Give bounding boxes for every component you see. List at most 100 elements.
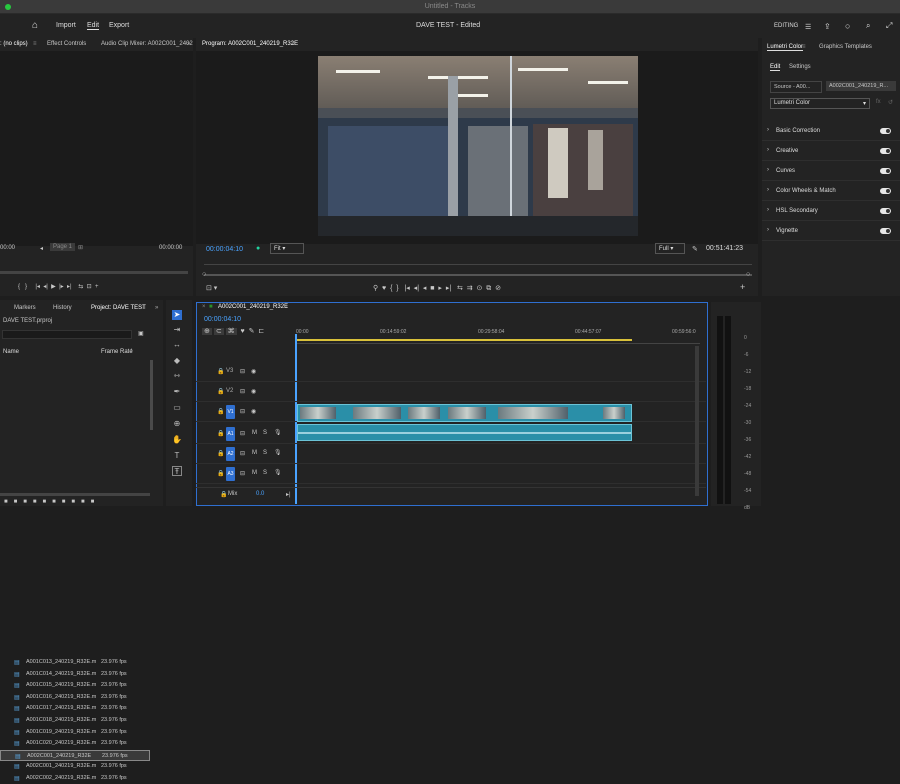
add-button-icon[interactable]: + bbox=[740, 282, 745, 292]
graphics-templates-tab[interactable]: Graphics Templates bbox=[819, 44, 872, 50]
workspace-label[interactable]: EDITING bbox=[774, 23, 798, 29]
progress-icon[interactable]: ○ bbox=[845, 21, 850, 31]
panel-menu-icon[interactable]: ≡ bbox=[33, 41, 37, 47]
source-clip-selector[interactable]: Source - A00... bbox=[770, 81, 822, 93]
program-ruler[interactable] bbox=[204, 259, 752, 265]
program-timecode[interactable]: 00:00:04:10 bbox=[206, 246, 243, 253]
eye-icon[interactable]: ◉ bbox=[251, 408, 256, 415]
program-transport-controls[interactable]: ⚲ ♥ { } |◂ ◂| ◂ ■ ▸ ▸| ⇆ ⇉ ⊙ ⧉ ⊘ bbox=[373, 284, 501, 293]
lock-icon[interactable]: 🔒 bbox=[217, 368, 224, 375]
source-tab[interactable]: : (no clips) bbox=[0, 41, 28, 47]
scrub-start-handle[interactable]: ○ bbox=[202, 271, 206, 278]
lumetri-section[interactable]: › Creative bbox=[762, 142, 900, 161]
section-toggle[interactable] bbox=[880, 148, 891, 154]
mix-end-icon[interactable]: ▸| bbox=[286, 491, 291, 498]
section-toggle[interactable] bbox=[880, 188, 891, 194]
chevron-right-icon[interactable]: › bbox=[767, 127, 769, 133]
lock-icon[interactable]: 🔒 bbox=[217, 408, 224, 415]
eye-icon[interactable]: ◉ bbox=[251, 368, 256, 375]
project-item[interactable]: ▤ A001C017_240219_R32E.m 23.976 fps bbox=[0, 703, 150, 714]
lock-icon[interactable]: 🔒 bbox=[217, 430, 224, 437]
mix-lock-icon[interactable]: 🔒 bbox=[220, 491, 227, 498]
track-label[interactable]: V2 bbox=[226, 388, 233, 394]
lumetri-section[interactable]: › Color Wheels & Match bbox=[762, 182, 900, 201]
panel-menu-icon[interactable]: ≡ bbox=[291, 41, 295, 47]
lumetri-section[interactable]: › Vignette bbox=[762, 222, 900, 241]
zoom-dropdown[interactable]: Fit ▾ bbox=[270, 243, 304, 254]
wrench-icon[interactable]: ✎ bbox=[692, 245, 698, 253]
project-tab[interactable]: Project: DAVE TEST bbox=[91, 305, 146, 311]
fx-icon[interactable]: fx bbox=[876, 99, 881, 105]
project-item[interactable]: ▤ A001C014_240219_R32E.m 23.976 fps bbox=[0, 669, 150, 680]
share-icon[interactable]: ⇪ bbox=[824, 22, 831, 31]
section-toggle[interactable] bbox=[880, 168, 891, 174]
reset-icon[interactable]: ↺ bbox=[888, 99, 893, 106]
project-footer-icons[interactable]: ■■■■■■■■■■ bbox=[4, 499, 100, 505]
section-toggle[interactable] bbox=[880, 208, 891, 214]
mute-icon[interactable]: M bbox=[252, 470, 257, 476]
lumetri-section[interactable]: › Curves bbox=[762, 162, 900, 181]
project-item[interactable]: ▤ A001C015_240219_R32E.m 23.976 fps bbox=[0, 680, 150, 691]
quality-dropdown[interactable]: Full ▾ bbox=[655, 243, 685, 254]
close-icon[interactable]: × bbox=[202, 304, 206, 310]
fullscreen-icon[interactable]: ⤢ bbox=[886, 21, 892, 31]
sync-lock-icon[interactable]: ⊟ bbox=[240, 388, 245, 395]
project-item[interactable]: ▤ A002C001_240219_R32E 23.976 fps bbox=[0, 749, 150, 761]
mute-icon[interactable]: M bbox=[252, 450, 257, 456]
project-item[interactable]: ▤ A001C019_240219_R32E.m 23.976 fps bbox=[0, 727, 150, 738]
section-toggle[interactable] bbox=[880, 228, 891, 234]
video-clip-v1[interactable] bbox=[297, 404, 632, 422]
razor-icon[interactable]: ◆ bbox=[172, 356, 182, 366]
text-tool-icon[interactable]: Ŧ bbox=[172, 466, 182, 476]
import-tab[interactable]: Import bbox=[56, 22, 76, 29]
mic-icon[interactable]: 🎙 bbox=[274, 449, 282, 456]
mic-icon[interactable]: 🎙 bbox=[274, 429, 282, 436]
rectangle-icon[interactable]: ▭ bbox=[172, 403, 182, 413]
fps-column-header[interactable]: Frame Rate bbox=[101, 349, 133, 355]
safe-margins-icon[interactable]: ⊡ ▾ bbox=[206, 284, 217, 292]
lumetri-edit-tab[interactable]: Edit bbox=[770, 64, 781, 71]
lock-icon[interactable]: 🔒 bbox=[217, 388, 224, 395]
panel-menu-icon[interactable]: ≡ bbox=[284, 304, 288, 310]
work-area-bar[interactable] bbox=[297, 339, 632, 341]
panel-menu-icon[interactable]: ≡ bbox=[142, 305, 146, 311]
effect-dropdown[interactable]: Lumetri Color ▾ bbox=[770, 98, 870, 109]
project-item[interactable]: ▤ A002C001_240219_R32E.m 23.976 fps bbox=[0, 761, 150, 772]
project-item[interactable]: ▤ A001C020_240219_R32E.m 23.976 fps bbox=[0, 738, 150, 749]
workspaces-icon[interactable]: ☰ bbox=[805, 23, 811, 31]
track-label[interactable]: A3 bbox=[226, 467, 235, 481]
panel-menu-icon[interactable]: ≡ bbox=[802, 44, 806, 50]
lumetri-tab[interactable]: Lumetri Color bbox=[767, 44, 804, 51]
timeline-tools[interactable]: ⊕ ⊂ ⌘ ♥ ✎ ⊏ bbox=[202, 327, 264, 335]
pen-icon[interactable]: ✒ bbox=[172, 387, 182, 397]
project-item[interactable]: ▤ A001C018_240219_R32E.m 23.976 fps bbox=[0, 715, 150, 726]
hand-icon[interactable]: ✋ bbox=[172, 435, 182, 445]
overflow-icon[interactable]: » bbox=[155, 305, 158, 311]
audio-clip-a1[interactable] bbox=[297, 424, 632, 441]
solo-icon[interactable]: S bbox=[263, 470, 267, 476]
chevron-right-icon[interactable]: › bbox=[767, 147, 769, 153]
track-select-icon[interactable]: ⇥ bbox=[172, 325, 182, 335]
sync-lock-icon[interactable]: ⊟ bbox=[240, 430, 245, 437]
solo-icon[interactable]: S bbox=[263, 430, 267, 436]
selection-tool-icon[interactable]: ➤ bbox=[172, 310, 182, 320]
sync-lock-icon[interactable]: ⊟ bbox=[240, 450, 245, 457]
lumetri-section[interactable]: › HSL Secondary bbox=[762, 202, 900, 221]
sync-lock-icon[interactable]: ⊟ bbox=[240, 408, 245, 415]
solo-icon[interactable]: S bbox=[263, 450, 267, 456]
effect-controls-tab[interactable]: Effect Controls bbox=[47, 41, 86, 47]
ripple-edit-icon[interactable]: ↔ bbox=[172, 340, 182, 350]
zoom-tool-icon[interactable]: ⊕ bbox=[172, 419, 182, 429]
track-label[interactable]: A1 bbox=[226, 427, 235, 441]
chevron-right-icon[interactable]: › bbox=[767, 187, 769, 193]
chevron-right-icon[interactable]: › bbox=[767, 227, 769, 233]
timeline-clip-selector[interactable]: A002C001_240219_R... bbox=[826, 81, 896, 91]
project-item[interactable]: ▤ A002C002_240219_R32E.m 23.976 fps bbox=[0, 773, 150, 784]
sync-lock-icon[interactable]: ⊟ bbox=[240, 368, 245, 375]
chevron-right-icon[interactable]: › bbox=[767, 207, 769, 213]
settings-icon[interactable]: ⊞ bbox=[78, 244, 83, 251]
type-icon[interactable]: T bbox=[172, 451, 182, 461]
search-icon[interactable]: ⌕ bbox=[866, 21, 870, 31]
overflow-icon[interactable]: » bbox=[187, 41, 190, 47]
mix-value[interactable]: 0.0 bbox=[256, 491, 264, 497]
